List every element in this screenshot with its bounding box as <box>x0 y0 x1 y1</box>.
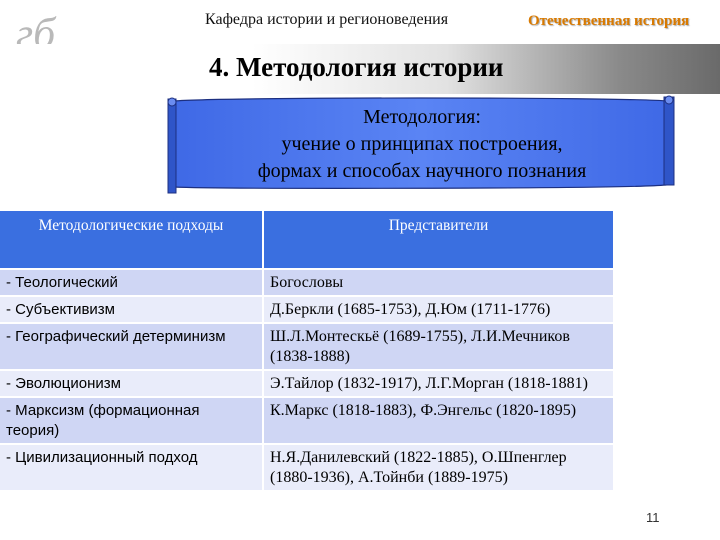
table-row: - Теологический Богословы <box>0 269 615 297</box>
table-row: - Субъективизм Д.Беркли (1685-1753), Д.Ю… <box>0 296 615 324</box>
representatives-cell: К.Маркс (1818-1883), Ф.Энгельс (1820-189… <box>263 397 615 445</box>
definition-text: Методология: учение о принципах построен… <box>182 104 662 185</box>
header-approaches: Методологические подходы <box>0 211 264 270</box>
page-title: 4. Методология истории <box>209 52 504 82</box>
subject-name: Отечественная история <box>528 13 690 29</box>
representatives-cell: Н.Я.Данилевский (1822-1885), О.Шпенглер … <box>263 444 615 492</box>
definition-line-1: Методология: <box>363 106 481 128</box>
table-row: - Марксизм (формационная теория) К.Маркс… <box>0 397 615 445</box>
table-row: - Географический детерминизм Ш.Л.Монтеск… <box>0 323 615 371</box>
definition-line-3: формах и способах научного познания <box>257 160 587 182</box>
approach-cell: - Цивилизационный подход <box>0 444 264 492</box>
representatives-cell: Д.Беркли (1685-1753), Д.Юм (1711-1776) <box>263 296 615 324</box>
representatives-cell: Ш.Л.Монтескьё (1689-1755), Л.И.Мечников … <box>263 323 615 371</box>
approach-cell: - Эволюционизм <box>0 370 264 398</box>
approach-cell: - Субъективизм <box>0 296 264 324</box>
approach-cell: - Теологический <box>0 269 264 297</box>
representatives-cell: Э.Тайлор (1832-1917), Л.Г.Морган (1818-1… <box>263 370 615 398</box>
representatives-cell: Богословы <box>263 269 615 297</box>
table-row: - Цивилизационный подход Н.Я.Данилевский… <box>0 444 615 492</box>
header-representatives: Представители <box>263 211 615 270</box>
department-name: Кафедра истории и регионоведения <box>205 11 449 28</box>
page-number: 11 <box>646 510 660 525</box>
table-row: - Эволюционизм Э.Тайлор (1832-1917), Л.Г… <box>0 370 615 398</box>
definition-line-2: учение о принципах построения, <box>281 133 563 155</box>
approaches-table: Методологические подходы Представители -… <box>0 211 615 492</box>
approach-cell: - Марксизм (формационная теория) <box>0 397 264 445</box>
approach-cell: - Географический детерминизм <box>0 323 264 371</box>
table-header-row: Методологические подходы Представители <box>0 211 615 270</box>
